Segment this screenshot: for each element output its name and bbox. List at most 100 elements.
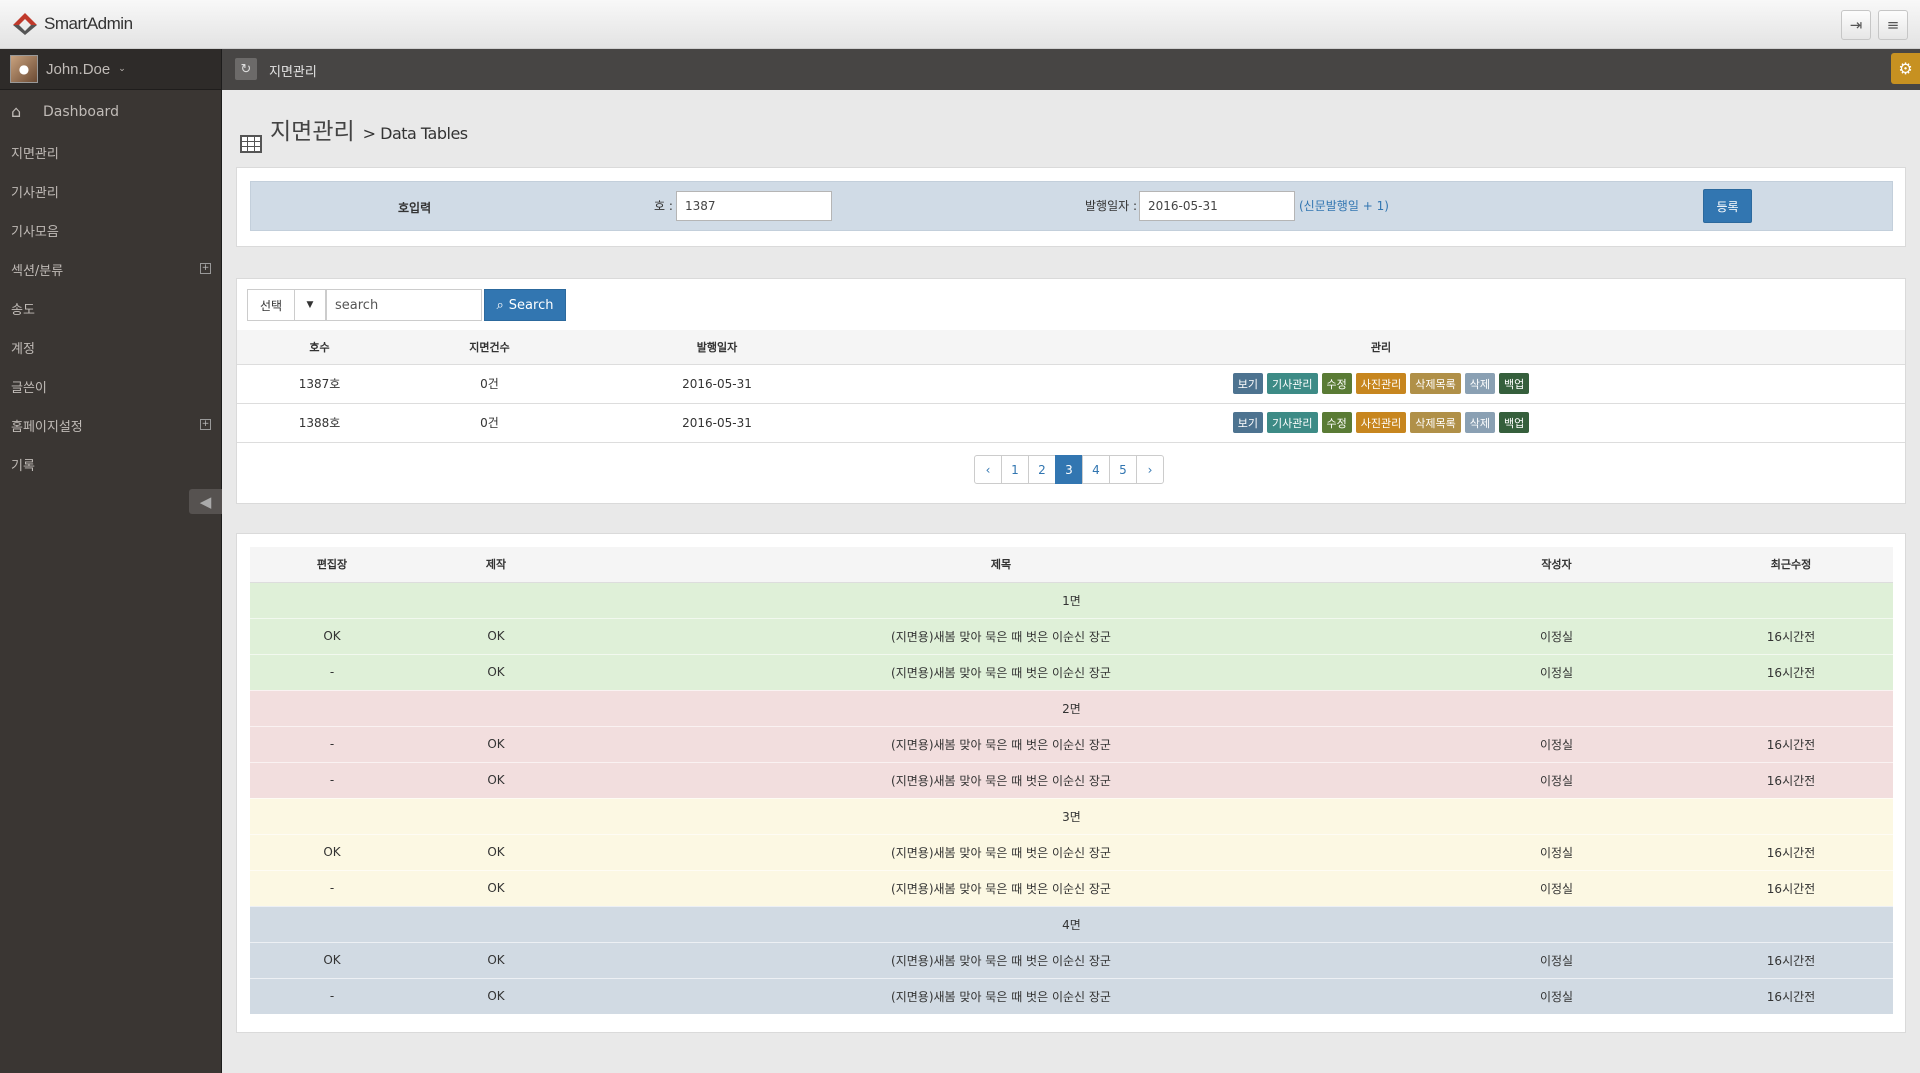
column-header: 제목 [578,547,1424,583]
page-button[interactable]: 1 [1001,455,1029,484]
search-icon: ⌕ [496,297,504,313]
editor-cell: - [250,654,414,691]
table-row[interactable]: - OK (지면용)새봄 맞아 묵은 때 벗은 이순신 장군 이정실 16시간전 [250,726,1893,763]
photo-management-button[interactable]: 사진관리 [1355,373,1407,394]
updated-cell: 16시간전 [1689,870,1893,907]
backup-button[interactable]: 백업 [1498,412,1530,433]
photo-management-button[interactable]: 사진관리 [1355,412,1407,433]
column-header: 제작 [414,547,578,583]
table-row[interactable]: - OK (지면용)새봄 맞아 묵은 때 벗은 이순신 장군 이정실 16시간전 [250,978,1893,1015]
author-cell: 이정실 [1424,762,1689,799]
column-header[interactable]: 발행일자 [577,330,857,365]
issue-issue-cell: 1388호 [237,403,402,443]
table-row[interactable]: OK OK (지면용)새봄 맞아 묵은 때 벗은 이순신 장군 이정실 16시간전 [250,834,1893,871]
sidebar-item-dashboard[interactable]: ⌂ Dashboard [0,90,221,133]
page-button-current[interactable]: 3 [1055,455,1083,484]
title-cell[interactable]: (지면용)새봄 맞아 묵은 때 벗은 이순신 장군 [578,834,1424,871]
page-button[interactable]: 4 [1082,455,1110,484]
table-row[interactable]: OK OK (지면용)새봄 맞아 묵은 때 벗은 이순신 장군 이정실 16시간전 [250,942,1893,979]
delete-button[interactable]: 삭제 [1464,412,1495,433]
issue-number-input[interactable]: 1387 [676,191,832,221]
table-row[interactable]: - OK (지면용)새봄 맞아 묵은 때 벗은 이순신 장군 이정실 16시간전 [250,654,1893,691]
prod-cell: OK [414,978,578,1015]
table-icon [240,135,262,153]
page-subtitle: > Data Tables [362,124,469,143]
page-sections-table: 편집장 제작 제목 작성자 최근수정 1면 OK OK (지면용)새봄 맞아 묵은 때… [250,547,1893,1015]
issue-label: 호 : [654,199,673,213]
home-icon: ⌂ [11,102,22,121]
issue-list-panel: 선택 ▼ search ⌕ Search 호수 지면건수 발행일자 관리 138… [236,278,1906,504]
updated-cell: 16시간전 [1689,834,1893,871]
sidebar-item-page-management[interactable]: 지면관리 [0,133,221,172]
sidebar: ● John.Doe ⌄ ⌂ Dashboard 지면관리 기사관리 기사모음 … [0,49,222,1073]
sidebar-item-sections[interactable]: 섹션/분류 + [0,250,221,289]
filter-select[interactable]: 선택 [247,289,295,321]
prod-cell: OK [414,942,578,979]
editor-cell: - [250,726,414,763]
sidebar-item-label: 계정 [11,342,35,357]
sidebar-item-logs[interactable]: 기록 [0,445,221,484]
issue-input-form: 호입력 호 : 1387 발행일자 : 2016-05-31 (신문발행일 + … [250,181,1893,231]
column-header[interactable]: 지면건수 [402,330,577,365]
title-cell[interactable]: (지면용)새봄 맞아 묵은 때 벗은 이순신 장군 [578,762,1424,799]
author-cell: 이정실 [1424,618,1689,655]
filter-dropdown-button[interactable]: ▼ [294,289,326,321]
search-button-label: Search [508,297,554,313]
menu-button[interactable]: ≡ [1878,10,1908,40]
date-note: (신문발행일 + 1) [1299,199,1389,213]
table-row[interactable]: OK OK (지면용)새봄 맞아 묵은 때 벗은 이순신 장군 이정실 16시간전 [250,618,1893,655]
table-header-row: 편집장 제작 제목 작성자 최근수정 [250,547,1893,583]
page-group-row: 2면 [250,690,1893,727]
avatar: ● [10,55,38,83]
sidebar-item-accounts[interactable]: 계정 [0,328,221,367]
edit-button[interactable]: 수정 [1321,412,1352,433]
editor-cell: - [250,870,414,907]
collapse-sidebar-button[interactable]: ◀ [189,489,222,514]
refresh-button[interactable]: ↻ [235,58,257,80]
register-button[interactable]: 등록 [1703,189,1752,223]
view-button[interactable]: 보기 [1232,412,1264,433]
user-menu[interactable]: ● John.Doe ⌄ [0,49,221,90]
search-button[interactable]: ⌕ Search [484,289,566,321]
updated-cell: 16시간전 [1689,978,1893,1015]
sidebar-item-article-collection[interactable]: 기사모음 [0,211,221,250]
next-page-button[interactable]: › [1136,455,1164,484]
article-management-button[interactable]: 기사관리 [1267,373,1318,394]
table-row[interactable]: - OK (지면용)새봄 맞아 묵은 때 벗은 이순신 장군 이정실 16시간전 [250,870,1893,907]
edit-button[interactable]: 수정 [1321,373,1352,394]
column-header: 관리 [857,330,1905,365]
table-row[interactable]: - OK (지면용)새봄 맞아 묵은 때 벗은 이순신 장군 이정실 16시간전 [250,762,1893,799]
deleted-list-button[interactable]: 삭제목록 [1410,412,1461,433]
sidebar-item-article-management[interactable]: 기사관리 [0,172,221,211]
prev-page-button[interactable]: ‹ [974,455,1002,484]
sidebar-item-homepage-settings[interactable]: 홈페이지설정 + [0,406,221,445]
column-header[interactable]: 호수 [237,330,402,365]
title-cell[interactable]: (지면용)새봄 맞아 묵은 때 벗은 이순신 장군 [578,726,1424,763]
backup-button[interactable]: 백업 [1498,373,1530,394]
publish-date-input[interactable]: 2016-05-31 [1139,191,1295,221]
issues-table: 호수 지면건수 발행일자 관리 1387호 0건 2016-05-31 보기 기사관리 수… [237,330,1905,443]
sidebar-item-songdo[interactable]: 송도 [0,289,221,328]
search-input[interactable]: search [326,289,482,321]
date-label: 발행일자 : [1085,199,1138,213]
deleted-list-button[interactable]: 삭제목록 [1410,373,1461,394]
title-cell[interactable]: (지면용)새봄 맞아 묵은 때 벗은 이순신 장군 [578,978,1424,1015]
prod-cell: OK [414,834,578,871]
title-cell[interactable]: (지면용)새봄 맞아 묵은 때 벗은 이순신 장군 [578,870,1424,907]
updated-cell: 16시간전 [1689,654,1893,691]
sidebar-item-writers[interactable]: 글쓴이 [0,367,221,406]
chevron-down-icon: ⌄ [118,64,126,74]
settings-button[interactable]: ⚙ [1891,53,1920,84]
editor-cell: - [250,762,414,799]
delete-button[interactable]: 삭제 [1464,373,1495,394]
title-cell[interactable]: (지면용)새봄 맞아 묵은 때 벗은 이순신 장군 [578,654,1424,691]
title-cell[interactable]: (지면용)새봄 맞아 묵은 때 벗은 이순신 장군 [578,618,1424,655]
view-button[interactable]: 보기 [1232,373,1264,394]
article-management-button[interactable]: 기사관리 [1267,412,1318,433]
prod-cell: OK [414,726,578,763]
logout-button[interactable]: ⇥ [1841,10,1871,40]
page-button[interactable]: 2 [1028,455,1056,484]
title-cell[interactable]: (지면용)새봄 맞아 묵은 때 벗은 이순신 장군 [578,942,1424,979]
page-button[interactable]: 5 [1109,455,1137,484]
logo[interactable]: SmartAdmin [12,12,133,36]
